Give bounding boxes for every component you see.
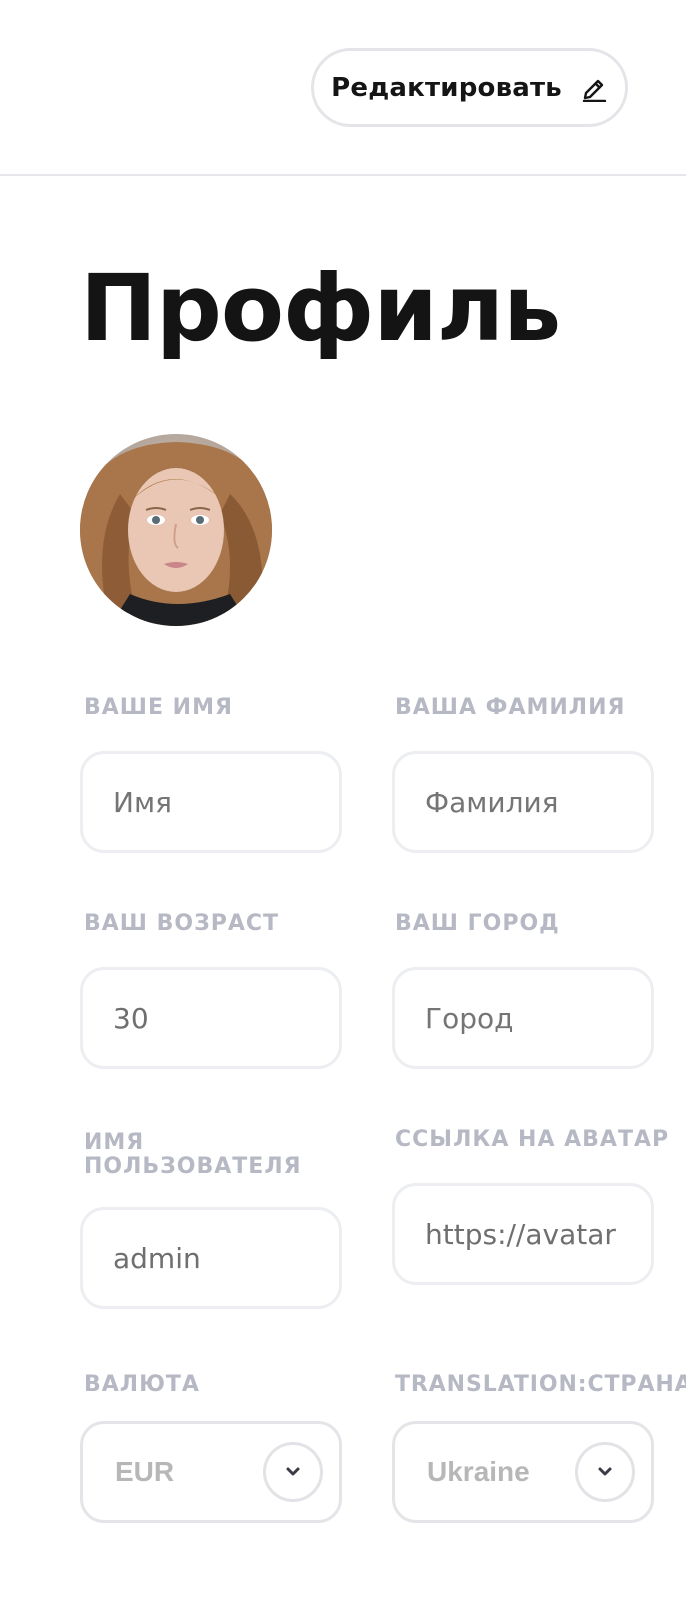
country-label: TRANSLATION:СТРАНА bbox=[395, 1372, 686, 1397]
avatar-link-label: ССЫЛКА НА АВАТАР bbox=[395, 1127, 670, 1152]
city-input[interactable] bbox=[392, 967, 654, 1069]
currency-select[interactable]: EUR bbox=[80, 1421, 342, 1523]
top-bar: Редактировать bbox=[0, 0, 686, 176]
last-name-input[interactable] bbox=[392, 751, 654, 853]
username-input[interactable] bbox=[80, 1207, 342, 1309]
first-name-label: ВАШЕ ИМЯ bbox=[84, 695, 233, 720]
age-input[interactable] bbox=[80, 967, 342, 1069]
first-name-input[interactable] bbox=[80, 751, 342, 853]
city-label: ВАШ ГОРОД bbox=[395, 911, 560, 936]
chevron-down-icon[interactable] bbox=[263, 1442, 323, 1502]
username-label: ИМЯ ПОЛЬЗОВАТЕЛЯ bbox=[84, 1130, 302, 1179]
last-name-label: ВАША ФАМИЛИЯ bbox=[395, 695, 626, 720]
chevron-down-icon[interactable] bbox=[575, 1442, 635, 1502]
avatar[interactable] bbox=[80, 434, 272, 626]
edit-button-label: Редактировать bbox=[331, 72, 562, 103]
pencil-icon bbox=[580, 74, 608, 102]
page-title: Профиль bbox=[80, 255, 561, 362]
country-value: Ukraine bbox=[427, 1456, 530, 1487]
avatar-link-input[interactable] bbox=[392, 1183, 654, 1285]
currency-label: ВАЛЮТА bbox=[84, 1372, 200, 1397]
currency-value: EUR bbox=[115, 1456, 175, 1487]
country-select[interactable]: Ukraine bbox=[392, 1421, 654, 1523]
edit-profile-button[interactable]: Редактировать bbox=[311, 48, 628, 127]
age-label: ВАШ ВОЗРАСТ bbox=[84, 911, 280, 936]
